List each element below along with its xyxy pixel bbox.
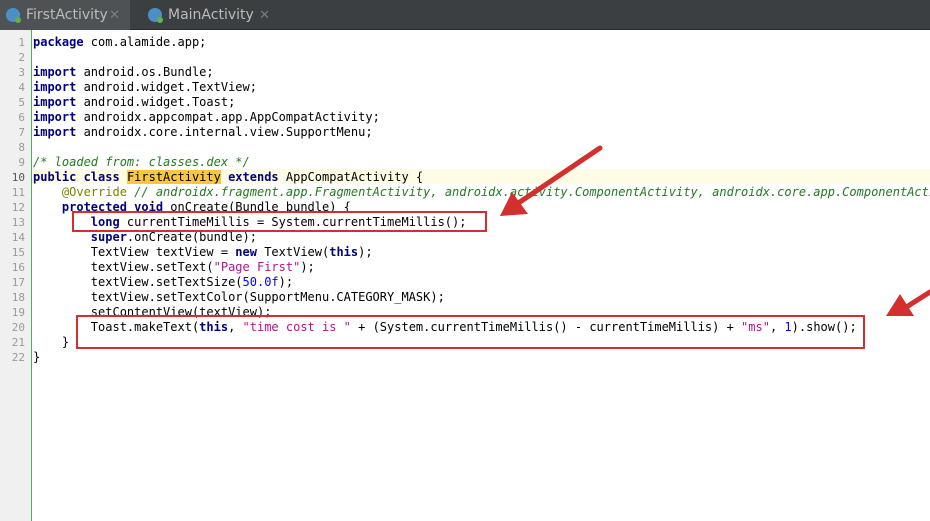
line-number: 9 bbox=[18, 156, 25, 169]
tab-label: MainActivity bbox=[168, 7, 254, 23]
code-line-15: TextView textView = new TextView(this); bbox=[90, 245, 373, 259]
line-number: 14 bbox=[11, 231, 25, 244]
line-number: 3 bbox=[18, 66, 25, 79]
line-number: 5 bbox=[18, 96, 25, 109]
line-number: 11 bbox=[11, 186, 25, 199]
line-number: 16 bbox=[11, 261, 25, 274]
arrow-icon bbox=[886, 289, 930, 316]
line-number: 4 bbox=[18, 81, 25, 94]
code-line-9: /* loaded from: classes.dex */ bbox=[33, 155, 250, 169]
code-line-11: @Override // androidx.fragment.app.Fragm… bbox=[61, 185, 930, 199]
code-line-10: public class FirstActivity extends AppCo… bbox=[33, 170, 424, 184]
line-number: 17 bbox=[11, 276, 25, 289]
kotlin-class-icon bbox=[148, 8, 163, 23]
code-line-22: } bbox=[33, 350, 41, 364]
line-number: 2 bbox=[18, 51, 25, 64]
line-number: 7 bbox=[18, 126, 25, 139]
code-line-1: package com.alamide.app; bbox=[33, 35, 207, 49]
editor-tab-bar: FirstActivity ✕ MainActivity ✕ bbox=[0, 0, 930, 30]
close-icon[interactable]: ✕ bbox=[109, 8, 120, 23]
tab-first-activity[interactable]: FirstActivity ✕ bbox=[0, 0, 130, 30]
annotation-box-start-time bbox=[72, 211, 487, 232]
line-number: 22 bbox=[11, 351, 25, 364]
code-line-4: import android.widget.TextView; bbox=[33, 80, 257, 94]
code-line-14: super.onCreate(bundle); bbox=[90, 230, 257, 244]
line-number: 1 bbox=[18, 36, 25, 49]
kotlin-class-icon bbox=[6, 8, 21, 23]
line-number: 8 bbox=[18, 141, 25, 154]
code-line-18: textView.setTextColor(SupportMenu.CATEGO… bbox=[90, 290, 445, 304]
code-line-3: import android.os.Bundle; bbox=[33, 65, 214, 79]
close-icon[interactable]: ✕ bbox=[259, 8, 270, 23]
line-number: 13 bbox=[11, 216, 25, 229]
line-number: 20 bbox=[11, 321, 25, 334]
code-line-17: textView.setTextSize(50.0f); bbox=[90, 275, 294, 289]
line-number: 21 bbox=[11, 336, 25, 349]
line-number: 12 bbox=[11, 201, 25, 214]
tab-label: FirstActivity bbox=[26, 7, 108, 23]
line-number: 15 bbox=[11, 246, 25, 259]
line-number: 6 bbox=[18, 111, 25, 124]
code-line-7: import androidx.core.internal.view.Suppo… bbox=[33, 125, 373, 139]
tab-main-activity[interactable]: MainActivity ✕ bbox=[140, 0, 280, 30]
code-line-21: } bbox=[61, 335, 70, 349]
line-number: 19 bbox=[11, 306, 25, 319]
line-number-gutter: 1 2 3 4 5 6 7 8 9 10 11 12 13 14 15 16 1… bbox=[0, 30, 32, 521]
code-line-5: import android.widget.Toast; bbox=[33, 95, 236, 109]
code-line-16: textView.setText("Page First"); bbox=[90, 260, 315, 274]
line-number: 18 bbox=[11, 291, 25, 304]
code-line-6: import androidx.appcompat.app.AppCompatA… bbox=[33, 110, 380, 124]
class-name-highlight: FirstActivity bbox=[126, 170, 221, 184]
annotation-box-toast bbox=[76, 315, 865, 349]
line-number-current: 10 bbox=[11, 171, 25, 184]
